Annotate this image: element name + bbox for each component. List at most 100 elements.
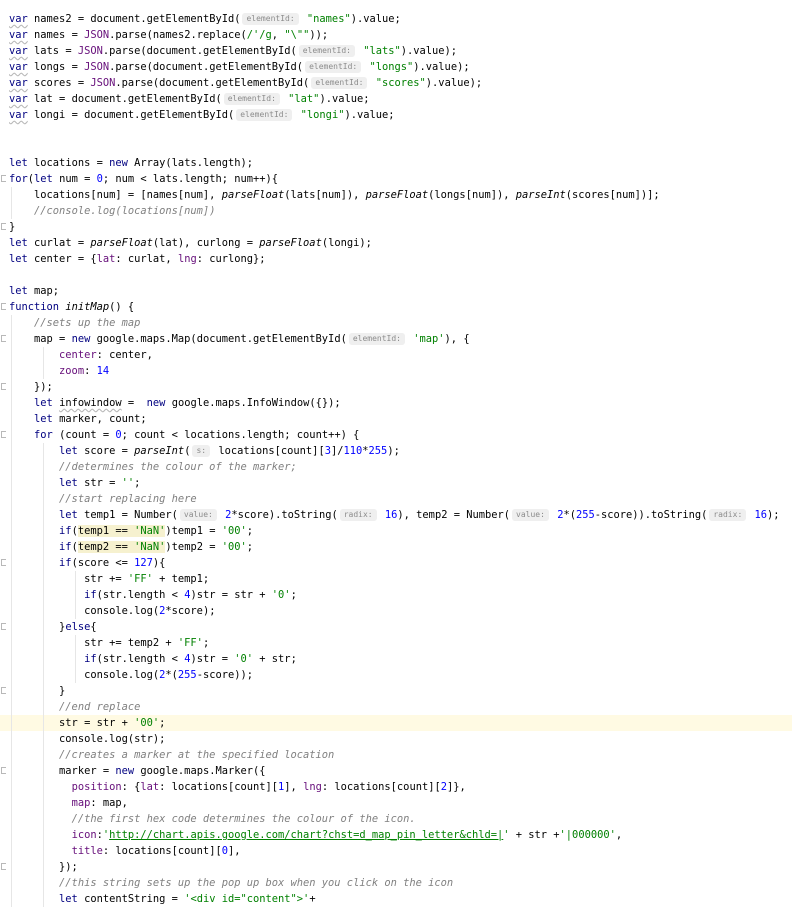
- code-token: let: [59, 445, 78, 457]
- code-line[interactable]: //end replace: [0, 699, 792, 715]
- gutter: [0, 379, 9, 395]
- fold-marker-icon[interactable]: [1, 863, 6, 870]
- fold-marker-icon[interactable]: [1, 383, 6, 390]
- code-text: for (count = 0; count < locations.length…: [9, 427, 359, 443]
- code-line[interactable]: if(str.length < 4)str = str + '0';: [0, 587, 792, 603]
- fold-marker-icon[interactable]: [1, 431, 6, 438]
- code-line[interactable]: center: center,: [0, 347, 792, 363]
- code-line[interactable]: map: map,: [0, 795, 792, 811]
- code-line[interactable]: for(let num = 0; num < lats.length; num+…: [0, 171, 792, 187]
- code-token: //sets up the map: [34, 317, 141, 329]
- code-token: locations =: [27, 157, 110, 169]
- code-line[interactable]: let curlat = parseFloat(lat), curlong = …: [0, 235, 792, 251]
- code-line[interactable]: [0, 123, 792, 139]
- code-token: new: [115, 765, 135, 777]
- fold-marker-icon[interactable]: [1, 303, 6, 310]
- fold-marker-icon[interactable]: [1, 559, 6, 566]
- code-line[interactable]: let str = '';: [0, 475, 792, 491]
- code-line[interactable]: //this string sets up the pop up box whe…: [0, 875, 792, 891]
- gutter: [0, 555, 9, 571]
- code-token: + str +: [509, 829, 560, 841]
- code-line[interactable]: str += temp2 + 'FF';: [0, 635, 792, 651]
- code-line[interactable]: });: [0, 859, 792, 875]
- code-token: //creates a marker at the specified loca…: [59, 749, 335, 761]
- code-token: );: [387, 445, 400, 457]
- code-token: ).value;: [344, 109, 395, 121]
- code-line[interactable]: var longs = JSON.parse(document.getEleme…: [0, 59, 792, 75]
- code-line[interactable]: let locations = new Array(lats.length);: [0, 155, 792, 171]
- code-line[interactable]: if(temp1 == 'NaN')temp1 = '00';: [0, 523, 792, 539]
- code-line[interactable]: function initMap() {: [0, 299, 792, 315]
- code-line[interactable]: zoom: 14: [0, 363, 792, 379]
- code-line[interactable]: let temp1 = Number(value: 2*score).toStr…: [0, 507, 792, 523]
- code-token: '00': [221, 525, 247, 537]
- code-token: console.log(: [9, 669, 160, 681]
- code-line[interactable]: str += 'FF' + temp1;: [0, 571, 792, 587]
- code-text: }: [9, 219, 15, 235]
- code-line[interactable]: var names = JSON.parse(names2.replace(/'…: [0, 27, 792, 43]
- gutter: [0, 27, 9, 43]
- code-line[interactable]: str = str + '00';: [0, 715, 792, 731]
- code-line[interactable]: var lat = document.getElementById(elemen…: [0, 91, 792, 107]
- code-line[interactable]: for (count = 0; count < locations.length…: [0, 427, 792, 443]
- code-line[interactable]: //determines the colour of the marker;: [0, 459, 792, 475]
- fold-marker-icon[interactable]: [1, 335, 6, 342]
- code-line[interactable]: //sets up the map: [0, 315, 792, 331]
- code-line[interactable]: //the first hex code determines the colo…: [0, 811, 792, 827]
- code-line[interactable]: //start replacing here: [0, 491, 792, 507]
- code-line[interactable]: if(temp2 == 'NaN')temp2 = '00';: [0, 539, 792, 555]
- code-token: : locations[count][: [321, 781, 441, 793]
- code-token: ), {: [444, 333, 470, 345]
- code-token: ; count < locations.length; count++) {: [121, 429, 360, 441]
- code-token: temp1 = Number(: [77, 509, 178, 521]
- code-line[interactable]: if(score <= 127){: [0, 555, 792, 571]
- code-line[interactable]: [0, 267, 792, 283]
- code-line[interactable]: locations[num] = [names[num], parseFloat…: [0, 187, 792, 203]
- code-token: });: [9, 381, 53, 393]
- code-token: new: [109, 157, 128, 169]
- code-token: 'map': [407, 333, 445, 345]
- code-line[interactable]: title: locations[count][0],: [0, 843, 792, 859]
- code-line[interactable]: icon:'http://chart.apis.google.com/chart…: [0, 827, 792, 843]
- code-token: + temp1;: [152, 573, 210, 585]
- code-token: if: [59, 525, 72, 537]
- code-line[interactable]: });: [0, 379, 792, 395]
- fold-marker-icon[interactable]: [1, 623, 6, 630]
- code-token: longs =: [27, 61, 85, 73]
- code-line[interactable]: //creates a marker at the specified loca…: [0, 747, 792, 763]
- code-text: });: [9, 859, 78, 875]
- code-line[interactable]: console.log(2*score);: [0, 603, 792, 619]
- code-line[interactable]: var scores = JSON.parse(document.getElem…: [0, 75, 792, 91]
- code-line[interactable]: let score = parseInt(s: locations[count]…: [0, 443, 792, 459]
- code-text: center: center,: [9, 347, 153, 363]
- code-line[interactable]: map = new google.maps.Map(document.getEl…: [0, 331, 792, 347]
- code-line[interactable]: var lats = JSON.parse(document.getElemen…: [0, 43, 792, 59]
- fold-marker-icon[interactable]: [1, 223, 6, 230]
- code-editor[interactable]: var names2 = document.getElementById(ele…: [0, 11, 792, 907]
- gutter: [0, 187, 9, 203]
- parameter-hint: elementId:: [298, 45, 355, 57]
- code-line[interactable]: }else{: [0, 619, 792, 635]
- code-line[interactable]: var names2 = document.getElementById(ele…: [0, 11, 792, 27]
- code-line[interactable]: let map;: [0, 283, 792, 299]
- code-line[interactable]: let infowindow = new google.maps.InfoWin…: [0, 395, 792, 411]
- code-line[interactable]: //console.log(locations[num]): [0, 203, 792, 219]
- code-line[interactable]: var longi = document.getElementById(elem…: [0, 107, 792, 123]
- code-line[interactable]: console.log(2*(255-score));: [0, 667, 792, 683]
- code-token: '0': [271, 589, 291, 601]
- code-line[interactable]: marker = new google.maps.Marker({: [0, 763, 792, 779]
- code-line[interactable]: }: [0, 683, 792, 699]
- code-line[interactable]: position: {lat: locations[count][1], lng…: [0, 779, 792, 795]
- code-token: '|000000': [559, 829, 616, 841]
- code-line[interactable]: console.log(str);: [0, 731, 792, 747]
- code-line[interactable]: if(str.length < 4)str = '0' + str;: [0, 651, 792, 667]
- fold-marker-icon[interactable]: [1, 687, 6, 694]
- code-line[interactable]: let center = {lat: curlat, lng: curlong}…: [0, 251, 792, 267]
- fold-marker-icon[interactable]: [1, 767, 6, 774]
- code-line[interactable]: [0, 139, 792, 155]
- code-line[interactable]: }: [0, 219, 792, 235]
- fold-marker-icon[interactable]: [1, 175, 6, 182]
- code-line[interactable]: let marker, count;: [0, 411, 792, 427]
